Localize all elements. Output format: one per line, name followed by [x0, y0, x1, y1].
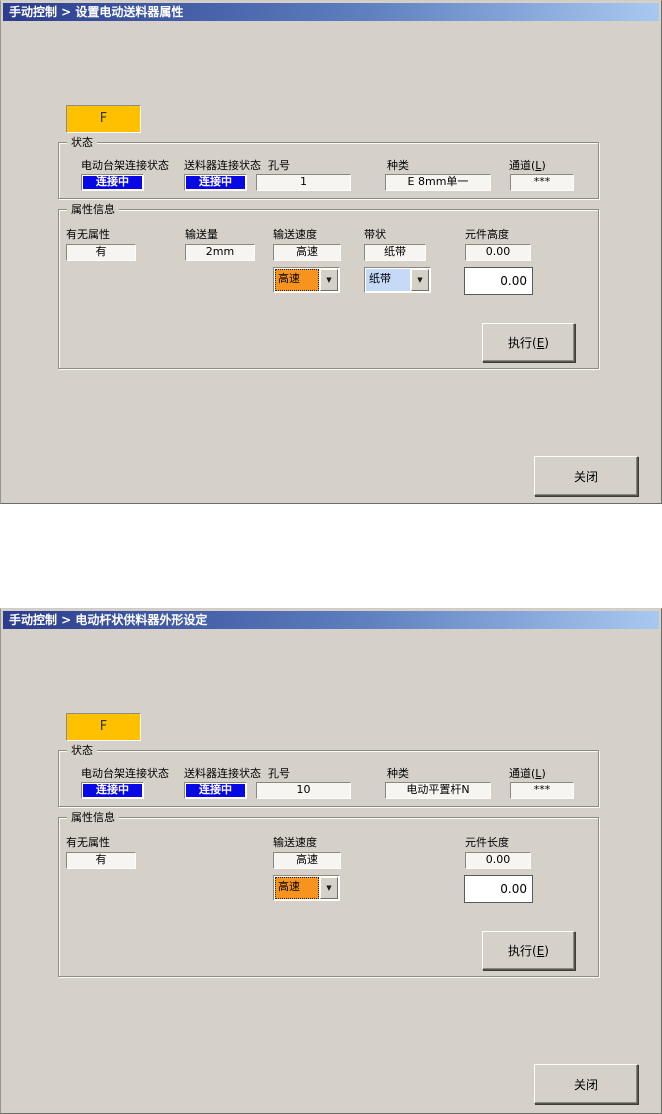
feed-speed-dropdown[interactable]: 高速 ▼ [273, 875, 340, 901]
hole-number-value: 1 [256, 174, 351, 191]
hole-number-label: 孔号 [268, 767, 290, 780]
execute-button[interactable]: 执行(E) [482, 931, 575, 970]
kind-value: E 8mm单一 [385, 174, 491, 191]
has-attribute-value: 有 [66, 852, 136, 869]
hole-number-value: 10 [256, 782, 351, 799]
component-length-input[interactable] [464, 875, 533, 903]
feeder-status-value: 连接中 [184, 174, 247, 191]
stand-status-value: 连接中 [81, 174, 144, 191]
title-bar: 手动控制 > 电动杆状供料器外形设定 [3, 611, 659, 629]
component-height-value: 0.00 [465, 244, 531, 261]
title-bar: 手动控制 > 设置电动送料器属性 [3, 3, 659, 21]
feed-amount-value: 2mm [185, 244, 255, 261]
has-attribute-label: 有无属性 [66, 228, 110, 241]
chevron-down-icon[interactable]: ▼ [320, 269, 338, 291]
component-length-label: 元件长度 [465, 836, 509, 849]
feed-speed-dropdown[interactable]: 高速 ▼ [273, 267, 340, 293]
chevron-down-icon[interactable]: ▼ [411, 269, 429, 291]
component-height-input[interactable] [464, 267, 533, 295]
channel-value: *** [510, 174, 574, 191]
attributes-group-title: 属性信息 [67, 810, 119, 825]
feeder-status-label: 送料器连接状态 [184, 767, 261, 780]
channel-label: 通道(L) [509, 767, 546, 780]
channel-value: *** [510, 782, 574, 799]
component-length-value: 0.00 [465, 852, 531, 869]
stand-status-label: 电动台架连接状态 [81, 767, 169, 780]
tape-type-dropdown[interactable]: 纸带 ▼ [364, 267, 431, 293]
feed-speed-selected-option: 高速 [275, 269, 319, 291]
feed-speed-label: 输送速度 [273, 836, 317, 849]
feed-speed-value: 高速 [273, 244, 341, 261]
feeder-status-value: 连接中 [184, 782, 247, 799]
page-title: 手动控制 > 电动杆状供料器外形设定 [9, 613, 208, 627]
feed-speed-value: 高速 [273, 852, 341, 869]
stand-status-value: 连接中 [81, 782, 144, 799]
kind-label: 种类 [387, 159, 409, 172]
status-group-title: 状态 [67, 743, 97, 758]
kind-value: 电动平置杆N [385, 782, 491, 799]
channel-label: 通道(L) [509, 159, 546, 172]
feed-speed-label: 输送速度 [273, 228, 317, 241]
tape-type-label: 带状 [364, 228, 386, 241]
tape-type-value: 纸带 [364, 244, 426, 261]
stand-status-label: 电动台架连接状态 [81, 159, 169, 172]
component-height-label: 元件高度 [465, 228, 509, 241]
feed-amount-label: 输送量 [185, 228, 218, 241]
execute-button[interactable]: 执行(E) [482, 323, 575, 362]
page-title: 手动控制 > 设置电动送料器属性 [9, 5, 184, 19]
status-group-title: 状态 [67, 135, 97, 150]
hole-number-label: 孔号 [268, 159, 290, 172]
close-button[interactable]: 关闭 [534, 1064, 638, 1104]
f-button[interactable]: F [66, 105, 141, 133]
attributes-group-title: 属性信息 [67, 202, 119, 217]
feed-speed-selected-option: 高速 [275, 877, 319, 899]
has-attribute-label: 有无属性 [66, 836, 110, 849]
close-button[interactable]: 关闭 [534, 456, 638, 496]
kind-label: 种类 [387, 767, 409, 780]
f-button[interactable]: F [66, 713, 141, 741]
dialog-electric-feeder-properties: 手动控制 > 设置电动送料器属性 F 状态 电动台架连接状态 送料器连接状态 孔… [0, 0, 662, 504]
feeder-status-label: 送料器连接状态 [184, 159, 261, 172]
dialog-rod-feeder-shape-setting: 手动控制 > 电动杆状供料器外形设定 F 状态 电动台架连接状态 送料器连接状态… [0, 608, 662, 1114]
tape-type-selected-option: 纸带 [366, 269, 410, 291]
has-attribute-value: 有 [66, 244, 136, 261]
chevron-down-icon[interactable]: ▼ [320, 877, 338, 899]
